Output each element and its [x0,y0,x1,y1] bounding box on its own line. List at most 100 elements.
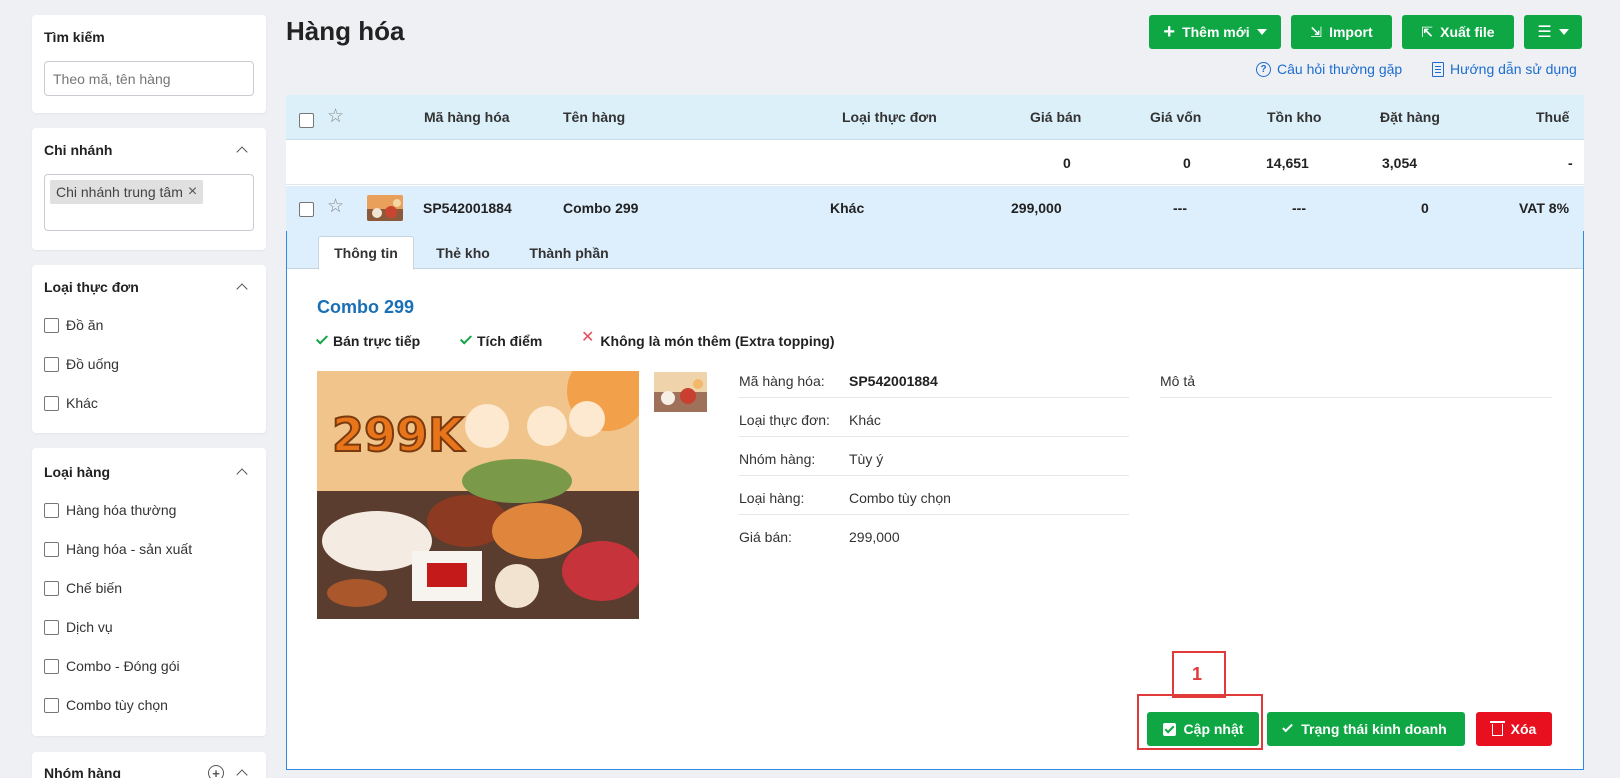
field-code-label: Mã hàng hóa: [739,373,825,389]
page-title: Hàng hóa [286,16,405,46]
field-menu-type-value: Khác [849,412,881,428]
header-name[interactable]: Tên hàng [563,109,625,125]
item-type-panel: Loại hàng Hàng hóa thường Hàng hóa - sản… [32,448,266,736]
checkbox[interactable] [44,580,59,596]
column-menu-button[interactable]: ☰ [1524,15,1582,49]
star-icon[interactable]: ☆ [327,197,344,216]
menu-type-option[interactable]: Khác [44,393,254,413]
header-menu-type[interactable]: Loại thực đơn [842,109,937,125]
checkbox[interactable] [44,658,59,674]
check-icon [315,331,329,345]
item-type-option[interactable]: Hàng hóa thường [44,500,254,520]
row-code: SP542001884 [423,200,512,216]
checkbox[interactable] [44,317,59,333]
checkbox[interactable] [44,356,59,372]
divider [739,475,1129,476]
tab-components[interactable]: Thành phần [513,236,625,269]
group-panel: Nhóm hàng + [32,752,266,778]
divider [739,397,1129,398]
group-panel-actions: + [208,765,254,778]
tab-stock-card[interactable]: Thẻ kho [423,236,503,269]
product-title: Combo 299 [317,297,415,317]
export-icon: ⇱ [1421,23,1434,40]
checkbox[interactable] [44,395,59,411]
business-status-button[interactable]: Trạng thái kinh doanh [1267,712,1465,746]
annotation-highlight-box [1137,694,1263,750]
annotation-number: 1 [1192,664,1203,684]
branch-panel-title[interactable]: Chi nhánh [44,140,254,160]
plus-icon: + [1163,21,1176,43]
tab-info[interactable]: Thông tin [318,236,414,270]
table-row[interactable]: ☆ SP542001884 Combo 299 Khác 299,000 ---… [286,186,1584,231]
chevron-up-icon[interactable] [236,769,248,778]
item-type-option[interactable]: Combo tùy chọn [44,695,254,715]
question-icon: ? [1256,61,1271,77]
field-menu-type-label: Loại thực đơn: [739,412,830,428]
add-circle-icon[interactable]: + [208,765,224,778]
field-code-value: SP542001884 [849,373,938,389]
item-type-option[interactable]: Dịch vụ [44,617,254,637]
branch-select[interactable]: Chi nhánh trung tâm × [44,174,254,231]
divider [739,436,1129,437]
image-299k-text: 299K [332,408,466,462]
search-input[interactable] [44,61,254,96]
sum-price: 0 [1063,155,1071,171]
menu-type-option[interactable]: Đồ uống [44,354,254,374]
checkbox[interactable] [44,697,59,713]
check-icon [459,331,473,345]
group-panel-title[interactable]: Nhóm hàng + [44,763,254,778]
row-menu-type: Khác [830,200,865,216]
star-icon[interactable]: ☆ [327,107,344,126]
header-tax[interactable]: Thuế [1536,109,1569,125]
field-item-type-value: Combo tùy chọn [849,490,951,506]
row-ordered: 0 [1421,200,1429,216]
field-price-label: Giá bán: [739,529,792,545]
item-type-option[interactable]: Combo - Đóng gói [44,656,254,676]
header-code[interactable]: Mã hàng hóa [424,109,510,125]
product-table: ☆ Mã hàng hóa Tên hàng Loại thực đơn Giá… [286,95,1584,770]
field-price-value: 299,000 [849,529,900,545]
menu-type-panel-title[interactable]: Loại thực đơn [44,277,254,297]
checkbox[interactable] [44,502,59,518]
close-icon[interactable]: × [188,183,197,201]
row-cost: --- [1173,200,1187,216]
row-price: 299,000 [1011,200,1062,216]
row-checkbox[interactable] [299,202,314,217]
item-type-panel-title[interactable]: Loại hàng [44,462,254,482]
row-name: Combo 299 [563,200,639,216]
branch-panel: Chi nhánh Chi nhánh trung tâm × [32,128,266,250]
header-price[interactable]: Giá bán [1030,109,1081,125]
summary-row: 0 0 14,651 3,054 - [286,141,1584,185]
item-type-option[interactable]: Chế biến [44,578,254,598]
checkbox[interactable] [44,619,59,635]
search-panel: Tìm kiếm [32,15,266,113]
field-group-label: Nhóm hàng: [739,451,816,467]
header-cost[interactable]: Giá vốn [1150,109,1201,125]
user-guide-link[interactable]: Hướng dẫn sử dụng [1432,61,1577,77]
chevron-up-icon[interactable] [236,283,248,295]
import-button[interactable]: ⇲ Import [1291,15,1392,49]
field-group-value: Tùy ý [849,451,884,467]
caret-down-icon [1558,29,1569,35]
select-all-checkbox[interactable] [299,113,314,128]
add-new-button[interactable]: + Thêm mới [1149,15,1281,49]
chevron-up-icon[interactable] [236,468,248,480]
checkbox[interactable] [44,541,59,557]
chevron-up-icon[interactable] [236,146,248,158]
search-panel-title: Tìm kiếm [44,29,105,45]
faq-link[interactable]: ? Câu hỏi thường gặp [1256,61,1402,77]
header-ordered[interactable]: Đặt hàng [1380,109,1440,125]
header-stock[interactable]: Tồn kho [1267,109,1321,125]
flag-not-extra-topping: ✕ Không là món thêm (Extra topping) [581,329,835,349]
menu-type-option[interactable]: Đồ ăn [44,315,254,335]
item-type-option[interactable]: Hàng hóa - sản xuất [44,539,254,559]
food-illustration-icon: 299K [317,351,647,619]
export-file-button[interactable]: ⇱ Xuất file [1402,15,1514,49]
product-thumbnail [367,195,403,221]
delete-button[interactable]: Xóa [1476,712,1552,746]
product-image-thumbnail[interactable] [654,372,707,412]
trash-icon [1489,721,1505,736]
divider [739,514,1129,515]
food-thumbnail-icon [654,372,707,412]
list-icon: ☰ [1537,24,1552,41]
